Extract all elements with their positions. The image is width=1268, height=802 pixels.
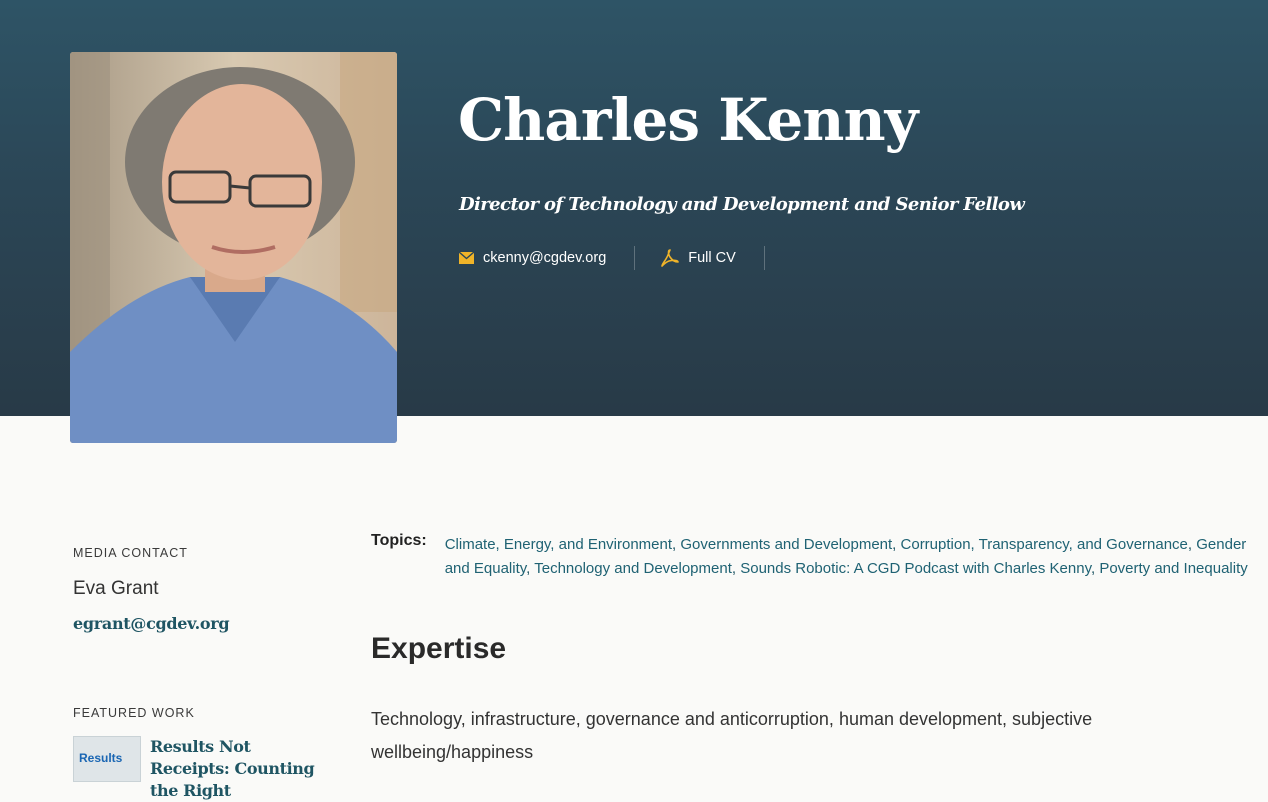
topics-section: Topics: Climate, Energy, and Environment… <box>371 532 1251 581</box>
featured-work-title: Results Not Receipts: Counting the Right <box>150 737 315 800</box>
profile-photo <box>70 52 397 443</box>
divider <box>634 246 636 270</box>
topic-link[interactable]: Poverty and Inequality <box>1099 560 1247 577</box>
featured-work-item[interactable]: Results Results Not Receipts: Counting t… <box>73 736 333 800</box>
featured-work-thumbnail: Results <box>73 736 141 782</box>
topic-link[interactable]: Sounds Robotic: A CGD Podcast with Charl… <box>740 560 1091 577</box>
topics-label: Topics: <box>371 532 427 549</box>
profile-contact-row: ckenny@cgdev.org Full CV <box>459 244 791 272</box>
topic-link[interactable]: Technology and Development <box>534 560 732 577</box>
envelope-icon <box>459 252 474 264</box>
media-contact-name: Eva Grant <box>73 578 159 599</box>
email-link-label: ckenny@cgdev.org <box>483 250 607 266</box>
profile-name: Charles Kenny <box>458 86 918 154</box>
divider <box>763 246 765 270</box>
topic-link[interactable]: Corruption, Transparency, and Governance <box>901 536 1188 553</box>
cv-link-label: Full CV <box>688 250 736 266</box>
expertise-text: Technology, infrastructure, governance a… <box>371 709 1093 762</box>
email-link[interactable]: ckenny@cgdev.org <box>459 250 606 266</box>
topic-list: Climate, Energy, and Environment, Govern… <box>444 536 1248 577</box>
topic-link[interactable]: Governments and Development <box>680 536 892 553</box>
cv-link[interactable]: Full CV <box>661 249 736 267</box>
featured-work-label: FEATURED WORK <box>73 706 195 720</box>
expertise-heading: Expertise <box>371 632 507 665</box>
topic-link[interactable]: Climate, Energy, and Environment <box>445 536 672 553</box>
pdf-icon <box>661 249 680 267</box>
thumbnail-text: Results <box>79 751 123 765</box>
media-contact-label: MEDIA CONTACT <box>73 546 188 560</box>
media-contact-email[interactable]: egrant@cgdev.org <box>73 614 230 633</box>
profile-title: Director of Technology and Development a… <box>459 194 1025 215</box>
